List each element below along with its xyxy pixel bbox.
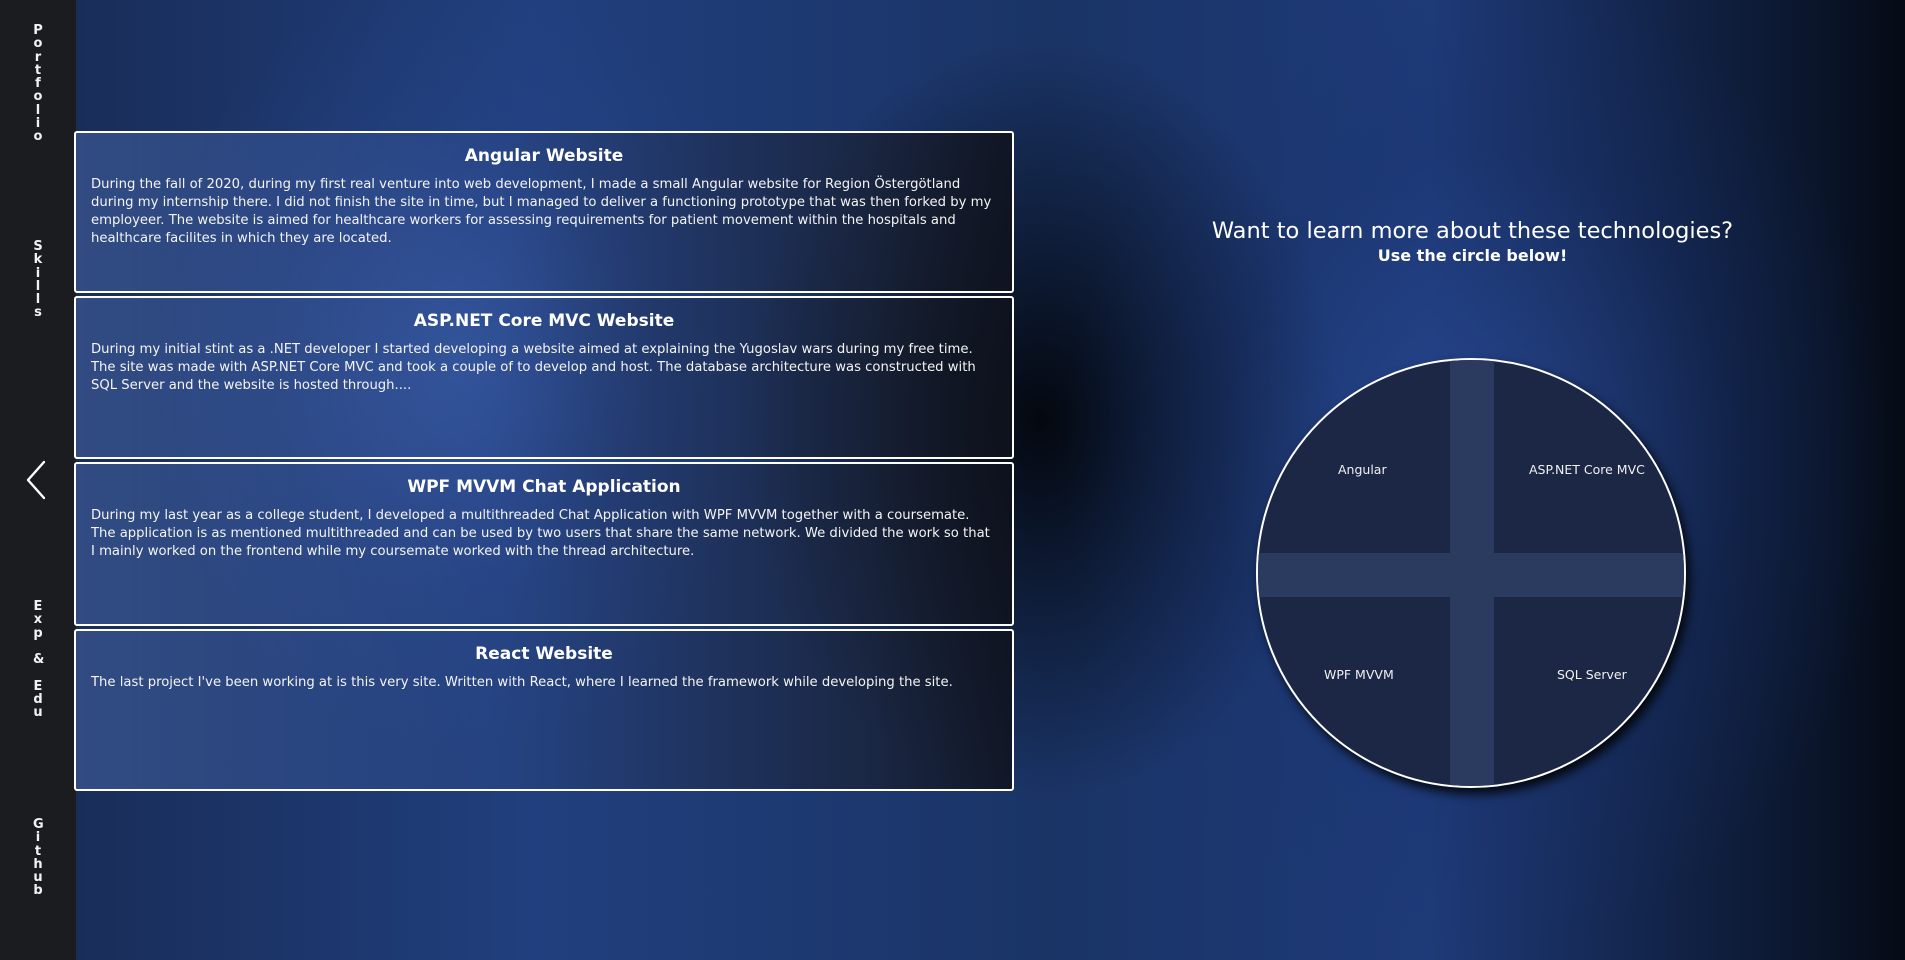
project-description: During the fall of 2020, during my first… [91, 177, 992, 246]
sidebar-item-skills-label: S k i l l s [33, 239, 43, 321]
sidebar: P o r t f o l i o S k i l l s E x p & E … [0, 0, 76, 960]
tech-subheading: Use the circle below! [1377, 246, 1568, 265]
project-card-wpf[interactable]: WPF MVVM Chat Application During my last… [74, 462, 1014, 626]
sidebar-item-github[interactable]: G i t h u b [0, 818, 76, 898]
tech-heading: Want to learn more about these technolog… [1211, 218, 1734, 244]
sidebar-item-github-label: G i t h u b [33, 817, 44, 899]
projects-list: Angular Website During the fall of 2020,… [74, 131, 1014, 794]
sidebar-item-portfolio-label: P o r t f o l i o [33, 23, 43, 145]
tech-quadrant-wpf[interactable]: WPF MVVM [1258, 573, 1471, 786]
tech-quadrant-label: Angular [1338, 462, 1387, 477]
tech-quadrant-label: SQL Server [1557, 667, 1627, 682]
project-description: The last project I've been working at is… [91, 675, 953, 690]
project-description: During my initial stint as a .NET develo… [91, 342, 976, 393]
sidebar-item-exp-edu[interactable]: E x p & E d u [0, 600, 76, 720]
sidebar-item-exp-edu-label: E x p & E d u [33, 599, 45, 721]
project-card-angular[interactable]: Angular Website During the fall of 2020,… [74, 131, 1014, 293]
project-title: React Website [475, 644, 613, 664]
tech-circle: Angular ASP.NET Core MVC WPF MVVM SQL Se… [1256, 358, 1686, 788]
tech-quadrant-sql-server[interactable]: SQL Server [1471, 573, 1684, 786]
tech-quadrant-label: ASP.NET Core MVC [1529, 462, 1645, 477]
tech-quadrant-label: WPF MVVM [1324, 667, 1394, 682]
tech-quadrant-angular[interactable]: Angular [1258, 360, 1471, 573]
project-description: During my last year as a college student… [91, 508, 990, 559]
tech-quadrant-aspnet[interactable]: ASP.NET Core MVC [1471, 360, 1684, 573]
sidebar-item-portfolio[interactable]: P o r t f o l i o [0, 24, 76, 144]
tech-heading-block: Want to learn more about these technolog… [1180, 216, 1765, 266]
project-title: ASP.NET Core MVC Website [413, 311, 675, 331]
sidebar-item-skills[interactable]: S k i l l s [0, 240, 76, 320]
project-title: Angular Website [464, 146, 624, 166]
project-card-react[interactable]: React Website The last project I've been… [74, 629, 1014, 791]
chevron-left-icon[interactable] [22, 458, 56, 502]
project-card-aspnet[interactable]: ASP.NET Core MVC Website During my initi… [74, 296, 1014, 459]
project-title: WPF MVVM Chat Application [407, 477, 681, 497]
